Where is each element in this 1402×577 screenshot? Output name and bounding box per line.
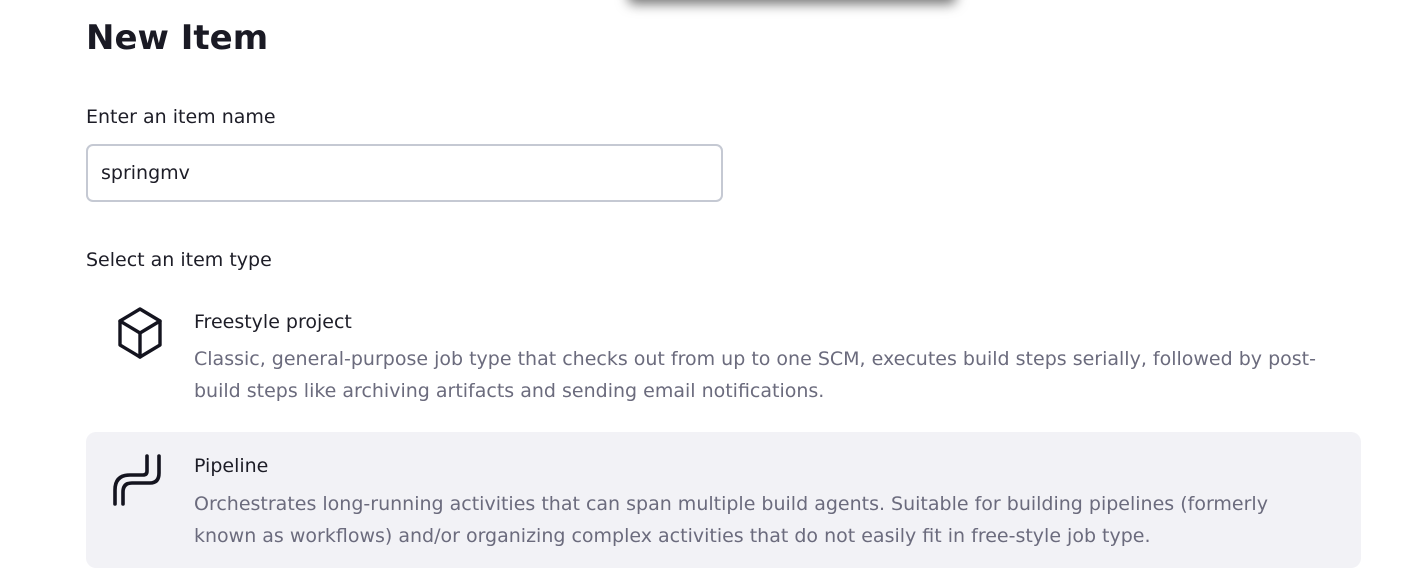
item-type-title: Freestyle project	[194, 311, 352, 333]
item-name-label: Enter an item name	[86, 106, 276, 128]
item-type-pipeline[interactable]: Pipeline Orchestrates long-running activ…	[86, 432, 1361, 568]
item-type-label: Select an item type	[86, 249, 272, 271]
item-type-freestyle-project[interactable]: Freestyle project Classic, general-purpo…	[86, 290, 1361, 420]
item-type-title: Pipeline	[194, 455, 269, 477]
cube-icon	[112, 304, 168, 366]
item-type-description: Orchestrates long-running activities tha…	[194, 493, 1268, 547]
new-item-page: New Item Enter an item name Select an it…	[0, 0, 1402, 577]
item-type-description: Classic, general-purpose job type that c…	[194, 348, 1316, 402]
pipeline-icon	[112, 452, 168, 514]
item-name-input[interactable]	[86, 144, 723, 202]
page-title: New Item	[86, 18, 269, 58]
